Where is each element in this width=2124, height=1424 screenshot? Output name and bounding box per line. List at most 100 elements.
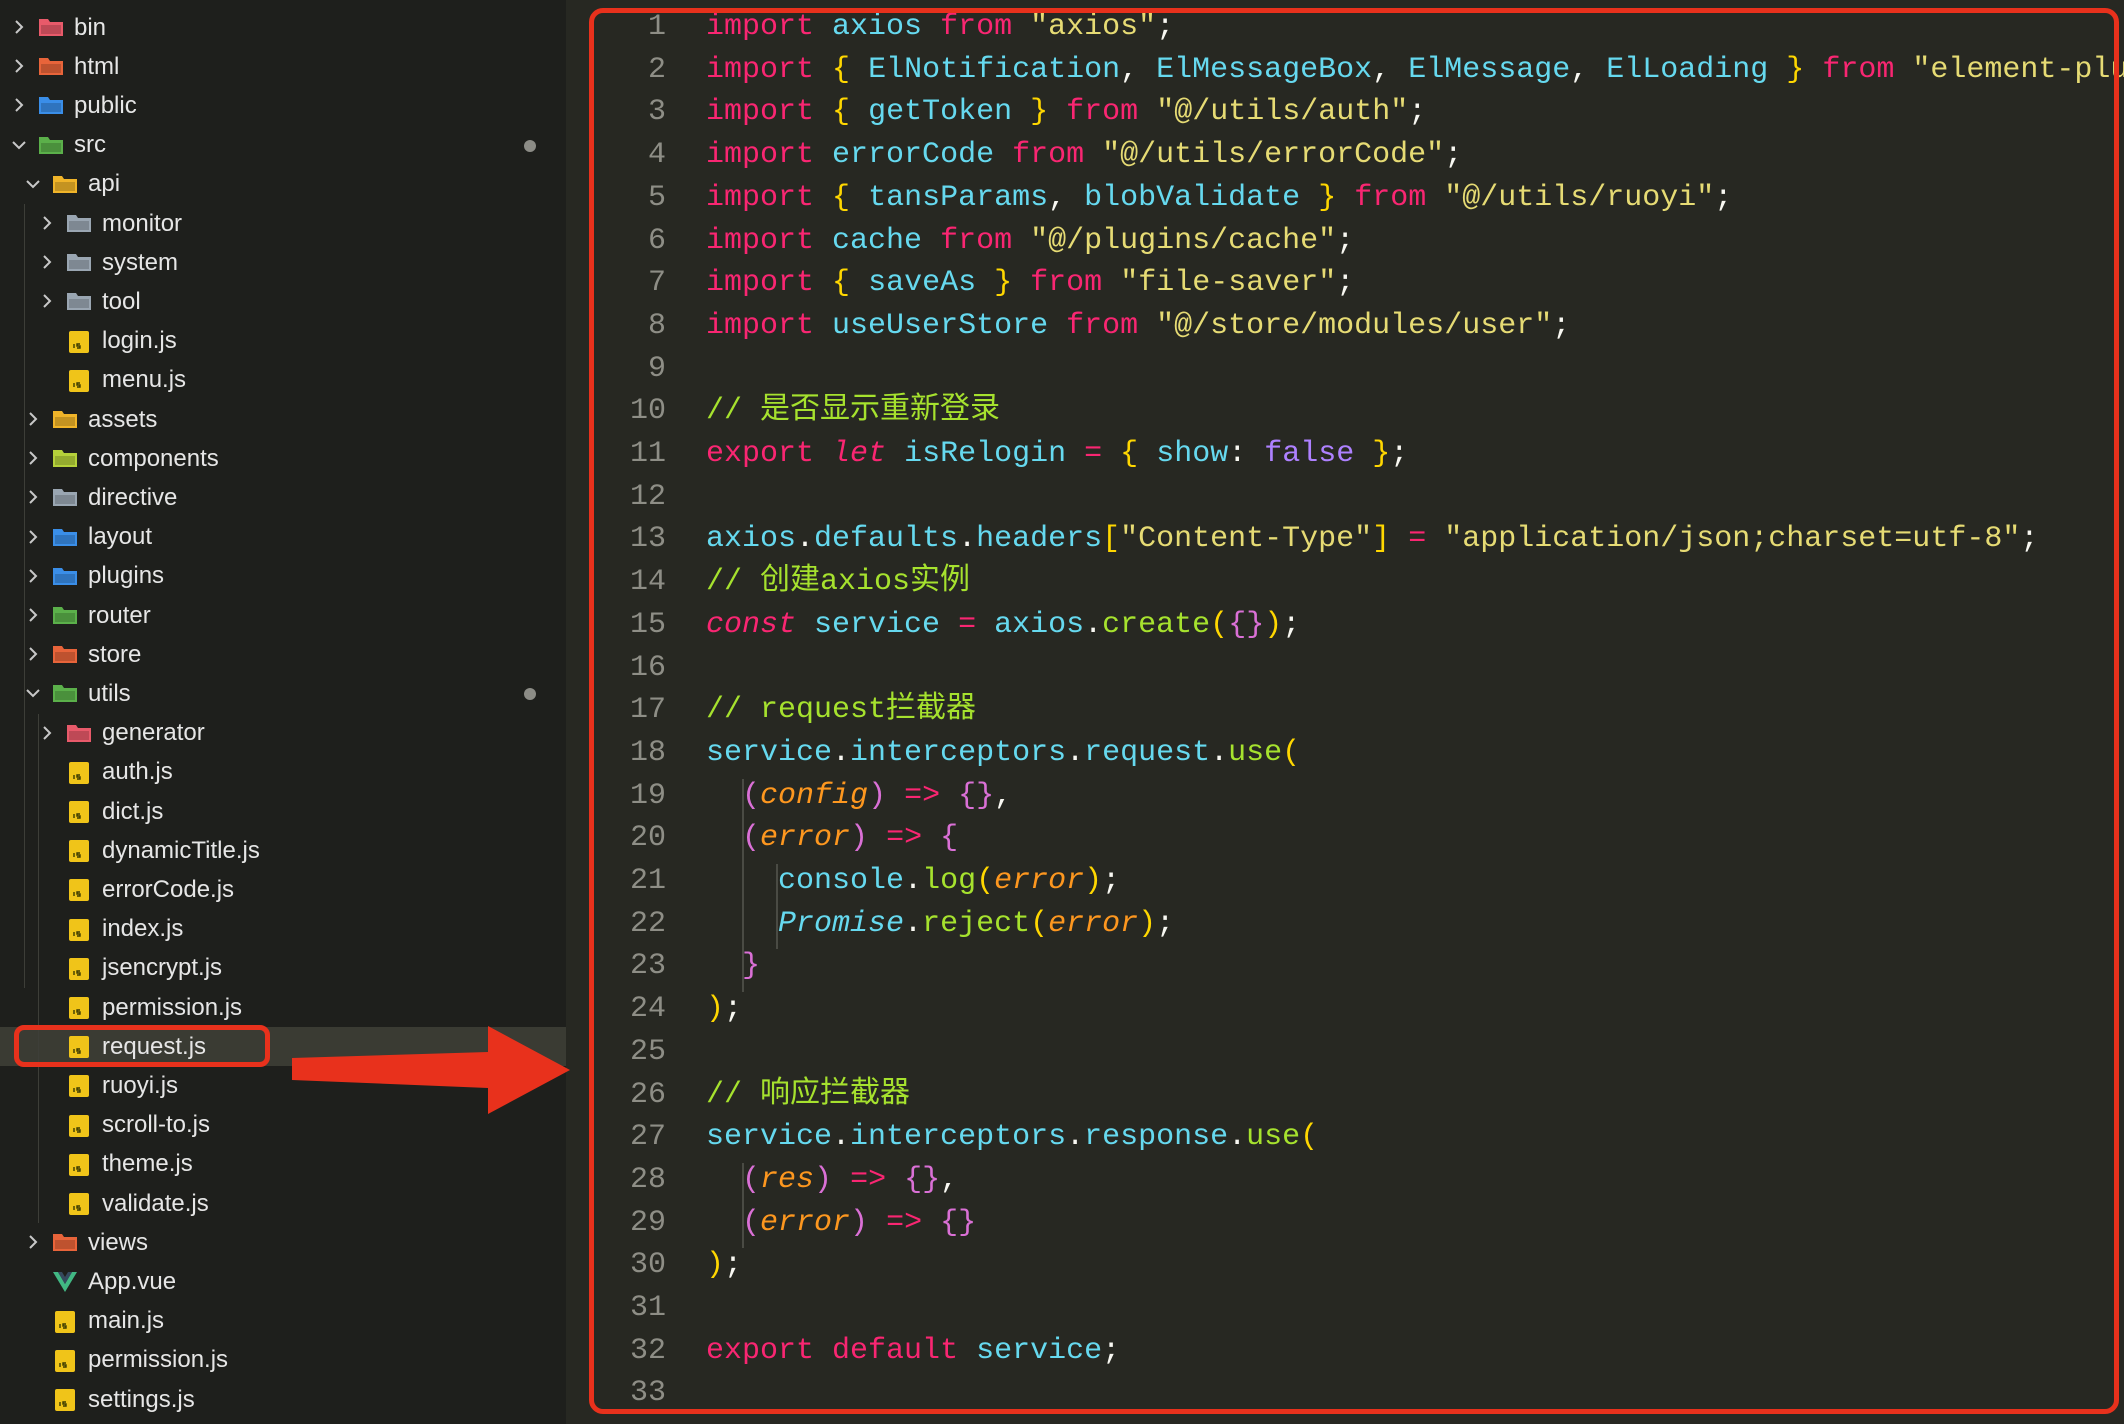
tree-chevron[interactable] [24, 488, 42, 506]
folder-icon [53, 489, 77, 507]
explorer-file-row[interactable]: App.vue [0, 1262, 566, 1301]
assets-folder-icon [53, 411, 77, 428]
js-file-icon [69, 369, 89, 392]
explorer-file-row[interactable]: auth.js [0, 753, 566, 792]
file-explorer: bin html public src api monitor system tool logi… [0, 0, 566, 1424]
explorer-file-row[interactable]: errorCode.js [0, 870, 566, 909]
explorer-folder-row[interactable]: api [0, 165, 566, 204]
explorer-folder-row[interactable]: plugins [0, 557, 566, 596]
explorer-item-label: directive [88, 483, 178, 511]
explorer-item-icon [66, 996, 92, 1019]
chevron-right-icon[interactable] [10, 57, 28, 75]
explorer-folder-row[interactable]: utils [0, 674, 566, 713]
store-folder-icon [53, 646, 77, 664]
chevron-right-icon[interactable] [38, 253, 56, 271]
explorer-file-row[interactable]: permission.js [0, 1341, 566, 1380]
tree-chevron[interactable] [24, 1233, 42, 1251]
explorer-item-label: api [88, 170, 121, 198]
explorer-item-icon [52, 1270, 78, 1293]
explorer-item-icon [66, 290, 92, 312]
explorer-item-icon [52, 447, 78, 469]
explorer-file-row[interactable]: dict.js [0, 792, 566, 831]
tree-chevron[interactable] [10, 136, 28, 154]
folder-icon [67, 254, 91, 272]
tree-chevron[interactable] [38, 292, 56, 310]
explorer-folder-row[interactable]: public [0, 86, 566, 125]
layout-folder-icon [53, 528, 77, 546]
tree-chevron[interactable] [38, 253, 56, 271]
js-file-icon [69, 879, 89, 902]
chevron-right-icon[interactable] [24, 1233, 42, 1251]
explorer-folder-row[interactable]: system [0, 243, 566, 282]
js-file-icon [55, 1349, 75, 1372]
chevron-right-icon[interactable] [24, 410, 42, 428]
explorer-folder-row[interactable]: views [0, 1223, 566, 1262]
chevron-right-icon[interactable] [10, 18, 28, 36]
chevron-right-icon[interactable] [38, 724, 56, 742]
explorer-item-icon [66, 918, 92, 941]
explorer-folder-row[interactable]: store [0, 635, 566, 674]
explorer-file-row[interactable]: jsencrypt.js [0, 949, 566, 988]
explorer-folder-row[interactable]: tool [0, 282, 566, 321]
explorer-folder-row[interactable]: bin [0, 8, 566, 47]
explorer-file-row[interactable]: index.js [0, 910, 566, 949]
explorer-file-row[interactable]: menu.js [0, 361, 566, 400]
explorer-item-label: settings.js [88, 1385, 195, 1413]
tree-chevron[interactable] [24, 175, 42, 193]
explorer-item-icon [52, 1349, 78, 1372]
explorer-file-row[interactable]: main.js [0, 1302, 566, 1341]
explorer-item-icon [52, 643, 78, 665]
chevron-right-icon[interactable] [38, 214, 56, 232]
explorer-folder-row[interactable]: layout [0, 518, 566, 557]
tree-chevron[interactable] [38, 214, 56, 232]
js-file-icon [69, 997, 89, 1019]
tree-chevron[interactable] [10, 18, 28, 36]
explorer-item-label: views [88, 1228, 149, 1256]
explorer-folder-row[interactable]: html [0, 47, 566, 86]
chevron-right-icon[interactable] [24, 645, 42, 663]
explorer-file-row[interactable]: login.js [0, 322, 566, 361]
tree-chevron[interactable] [24, 567, 42, 585]
tree-chevron[interactable] [24, 684, 42, 702]
js-file-icon [69, 330, 89, 353]
views-folder-icon [53, 1234, 77, 1252]
chevron-right-icon[interactable] [24, 488, 42, 506]
explorer-item-icon [38, 134, 64, 156]
chevron-down-icon[interactable] [24, 684, 42, 702]
tree-chevron[interactable] [10, 57, 28, 75]
js-file-icon [69, 918, 89, 941]
chevron-down-icon[interactable] [24, 175, 42, 193]
explorer-file-row[interactable]: theme.js [0, 1145, 566, 1184]
explorer-folder-row[interactable]: monitor [0, 204, 566, 243]
tree-chevron[interactable] [24, 645, 42, 663]
tree-chevron[interactable] [24, 606, 42, 624]
public-folder-icon [39, 97, 63, 115]
explorer-item-label: scroll-to.js [102, 1111, 211, 1139]
explorer-file-row[interactable]: dynamicTitle.js [0, 831, 566, 870]
explorer-file-row[interactable]: settings.js [0, 1380, 566, 1419]
tree-chevron[interactable] [24, 528, 42, 546]
explorer-folder-row[interactable]: src [0, 126, 566, 165]
explorer-folder-row[interactable]: router [0, 596, 566, 635]
explorer-folder-row[interactable]: generator [0, 714, 566, 753]
explorer-folder-row[interactable]: directive [0, 478, 566, 517]
tree-chevron[interactable] [10, 96, 28, 114]
js-file-icon [69, 957, 89, 980]
chevron-right-icon[interactable] [10, 96, 28, 114]
explorer-folder-row[interactable]: components [0, 439, 566, 478]
chevron-right-icon[interactable] [24, 567, 42, 585]
tree-chevron[interactable] [24, 410, 42, 428]
explorer-item-icon [52, 682, 78, 704]
chevron-down-icon[interactable] [10, 136, 28, 154]
modified-dot [524, 688, 536, 701]
tree-chevron[interactable] [38, 724, 56, 742]
chevron-right-icon[interactable] [38, 292, 56, 310]
explorer-item-icon [52, 1310, 78, 1333]
explorer-file-row[interactable]: validate.js [0, 1184, 566, 1223]
indent-guide [24, 204, 25, 988]
chevron-right-icon[interactable] [24, 528, 42, 546]
chevron-right-icon[interactable] [24, 449, 42, 467]
explorer-folder-row[interactable]: assets [0, 400, 566, 439]
chevron-right-icon[interactable] [24, 606, 42, 624]
tree-chevron[interactable] [24, 449, 42, 467]
